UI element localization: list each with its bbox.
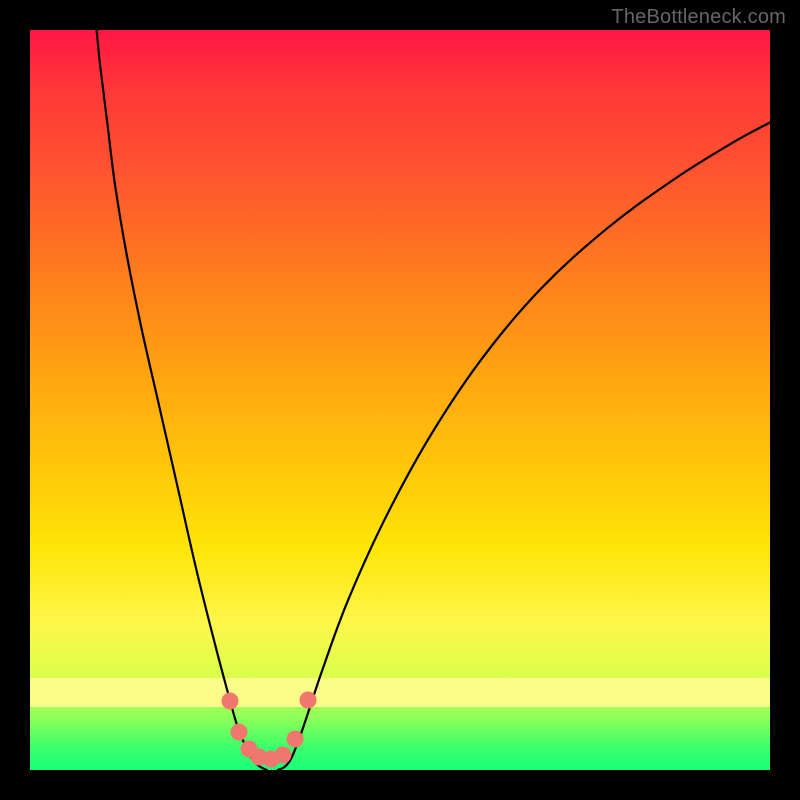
- data-marker: [221, 693, 238, 710]
- curve-svg: [30, 30, 770, 770]
- watermark-label: TheBottleneck.com: [611, 6, 786, 29]
- chart-canvas: TheBottleneck.com: [0, 0, 800, 800]
- data-marker: [275, 747, 292, 764]
- data-marker: [231, 723, 248, 740]
- highlight-band: [30, 678, 770, 708]
- curve-right: [278, 123, 770, 771]
- data-marker: [299, 691, 316, 708]
- data-marker: [286, 730, 303, 747]
- plot-area: [30, 30, 770, 770]
- curve-left: [97, 30, 267, 770]
